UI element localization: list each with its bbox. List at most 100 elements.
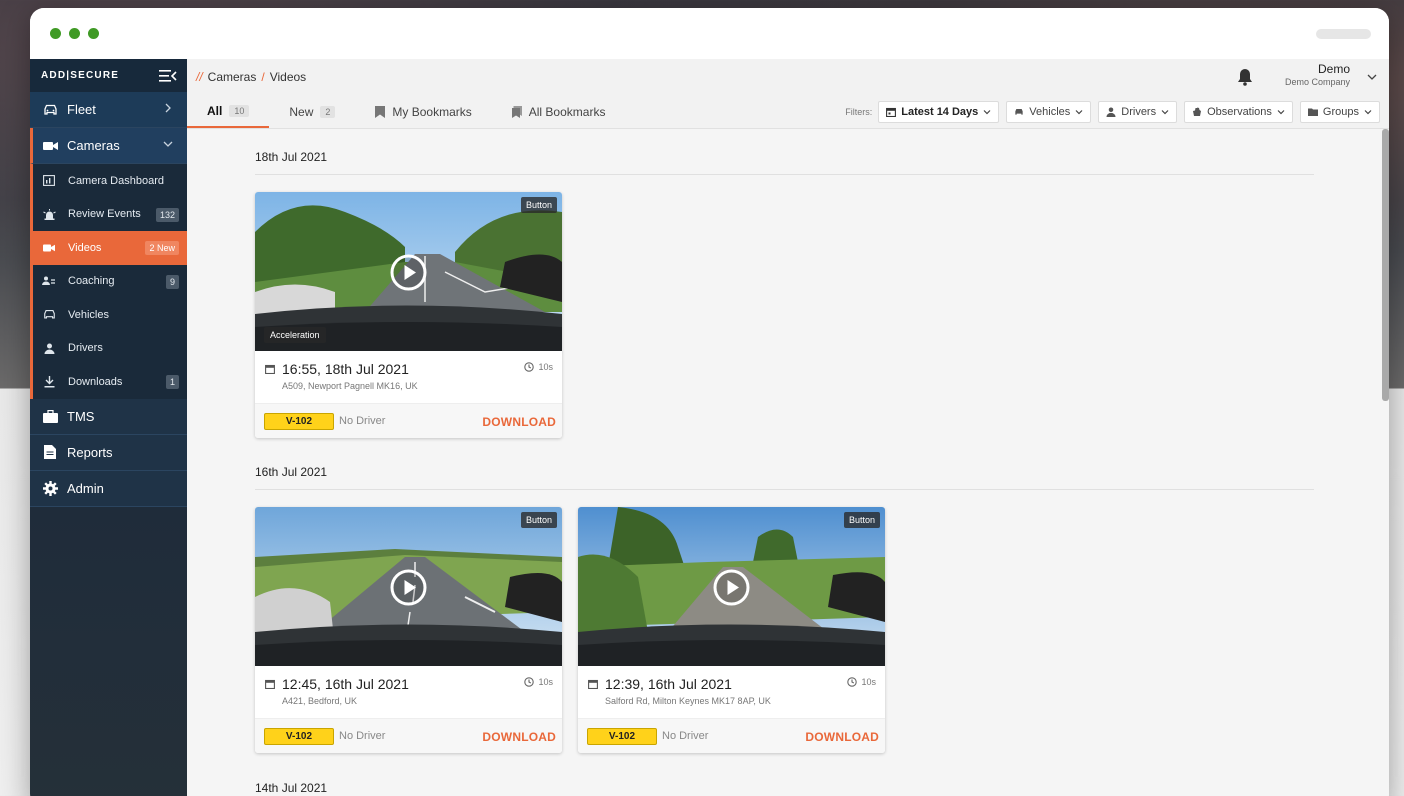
download-button[interactable]: DOWNLOAD	[482, 415, 556, 429]
sidebar-item-drivers[interactable]: Drivers	[33, 332, 187, 366]
section-date-heading: 14th Jul 2021	[255, 781, 1314, 796]
video-duration: 10s	[524, 362, 553, 372]
sidebar-item-camera-dashboard[interactable]: Camera Dashboard	[33, 164, 187, 198]
tab-label: All	[207, 103, 223, 118]
driver-name: No Driver	[662, 730, 709, 742]
scrollbar-thumb[interactable]	[1382, 129, 1389, 401]
video-card[interactable]: Button 12:45, 16th Jul 2021 A421, Bedfor…	[255, 507, 562, 753]
chevron-down-icon[interactable]	[1367, 72, 1377, 82]
download-icon	[42, 375, 56, 388]
vehicles-filter[interactable]: Vehicles	[1006, 101, 1092, 123]
tab-new[interactable]: New 2	[269, 95, 355, 128]
bell-icon[interactable]	[1237, 68, 1253, 86]
hand-icon	[1193, 107, 1202, 116]
drivers-filter[interactable]: Drivers	[1098, 101, 1178, 123]
chevron-down-icon	[163, 141, 173, 147]
tab-my-bookmarks[interactable]: My Bookmarks	[355, 95, 491, 128]
calendar-icon	[265, 364, 275, 374]
play-icon[interactable]	[390, 254, 427, 291]
sidebar-item-label: Fleet	[67, 102, 96, 117]
date-filter[interactable]: Latest 14 Days	[878, 101, 1000, 123]
trigger-tag: Button	[843, 512, 880, 528]
breadcrumb-prefix: //	[196, 70, 203, 84]
video-footer: V-102 No Driver DOWNLOAD	[578, 718, 885, 753]
sidebar-item-label: Reports	[67, 444, 113, 460]
video-thumbnail[interactable]: Button	[578, 507, 885, 666]
download-button[interactable]: DOWNLOAD	[805, 730, 879, 744]
sidebar-item-label: Drivers	[68, 342, 103, 355]
video-time-text: 16:55, 18th Jul 2021	[282, 361, 409, 377]
video-card[interactable]: Button 12:39, 16th Jul 2021 Salford Rd, …	[578, 507, 885, 753]
document-icon	[42, 445, 58, 459]
filter-label: Vehicles	[1029, 106, 1071, 118]
video-timestamp: 12:45, 16th Jul 2021	[265, 676, 552, 692]
vehicle-plate[interactable]: V-102	[264, 727, 334, 745]
sidebar-item-label: Vehicles	[68, 308, 109, 321]
car-icon	[42, 309, 56, 321]
chevron-right-icon	[165, 103, 171, 113]
sidebar-item-fleet[interactable]: Fleet	[30, 92, 187, 128]
sidebar-item-vehicles[interactable]: Vehicles	[33, 298, 187, 332]
tab-all[interactable]: All 10	[187, 95, 270, 128]
sidebar-item-videos[interactable]: Videos 2 New	[33, 231, 187, 265]
video-thumbnail[interactable]: Button	[255, 507, 562, 666]
filters-label: Filters:	[845, 107, 873, 117]
video-thumbnail[interactable]: Button Acceleration	[255, 192, 562, 351]
video-card[interactable]: Button Acceleration 16:55, 18th Jul 2021…	[255, 192, 562, 438]
play-icon[interactable]	[390, 569, 427, 606]
chevron-down-icon	[1075, 110, 1083, 115]
window-close-dot[interactable]	[50, 28, 61, 39]
sidebar-item-tms[interactable]: TMS	[30, 398, 187, 435]
person-icon	[42, 342, 56, 354]
main-panel: // Cameras / Videos Demo Demo Company All 1…	[187, 59, 1389, 796]
new-badge: 2 New	[145, 241, 179, 255]
tab-all-bookmarks[interactable]: All Bookmarks	[492, 95, 626, 128]
calendar-icon	[265, 679, 275, 689]
date-section: 16th Jul 2021	[255, 465, 1314, 490]
event-tag: Acceleration	[264, 327, 326, 343]
breadcrumb-cameras[interactable]: Cameras	[208, 70, 257, 84]
video-time-text: 12:45, 16th Jul 2021	[282, 676, 409, 692]
driver-name: No Driver	[339, 415, 386, 427]
clock-icon	[524, 362, 535, 372]
vehicle-plate[interactable]: V-102	[587, 727, 657, 745]
car-icon	[42, 103, 58, 117]
observations-filter[interactable]: Observations	[1184, 101, 1293, 123]
download-button[interactable]: DOWNLOAD	[482, 730, 556, 744]
video-duration: 10s	[524, 677, 553, 687]
sidebar-item-reports[interactable]: Reports	[30, 434, 187, 471]
play-icon[interactable]	[713, 569, 750, 606]
section-date-heading: 18th Jul 2021	[255, 150, 1314, 175]
vehicle-plate[interactable]: V-102	[264, 412, 334, 430]
window-maximize-dot[interactable]	[88, 28, 99, 39]
window-minimize-dot[interactable]	[69, 28, 80, 39]
breadcrumb-videos: Videos	[269, 70, 307, 84]
sidebar-item-cameras[interactable]: Cameras	[30, 128, 187, 164]
video-address: A421, Bedford, UK	[282, 696, 358, 706]
person-icon	[1106, 107, 1116, 117]
video-duration: 10s	[847, 677, 876, 687]
count-badge: 132	[155, 207, 179, 222]
sidebar-item-label: Coaching	[68, 275, 115, 288]
bookmark-icon	[375, 105, 386, 118]
sidebar-item-label: Videos	[68, 241, 102, 254]
menu-collapse-icon[interactable]	[159, 69, 177, 83]
video-camera-icon	[42, 242, 56, 254]
sidebar-item-label: TMS	[67, 408, 95, 424]
breadcrumb: // Cameras / Videos	[196, 70, 306, 84]
user-menu[interactable]: Demo Demo Company	[1285, 62, 1350, 87]
count-badge: 1	[165, 375, 179, 389]
sidebar-item-review-events[interactable]: Review Events 132	[33, 198, 187, 232]
chevron-down-icon	[1161, 110, 1169, 115]
bookmarks-icon	[511, 105, 522, 118]
duration-text: 10s	[538, 362, 553, 372]
tab-count: 10	[229, 104, 250, 117]
groups-filter[interactable]: Groups	[1299, 101, 1380, 123]
sidebar-item-downloads[interactable]: Downloads 1	[33, 365, 187, 399]
tab-label: My Bookmarks	[392, 104, 472, 119]
sidebar-item-label: Cameras	[67, 138, 120, 153]
dashboard-icon	[42, 175, 56, 187]
sidebar-item-admin[interactable]: Admin	[30, 470, 187, 507]
sidebar-item-coaching[interactable]: Coaching 9	[33, 265, 187, 299]
breadcrumb-separator: /	[261, 70, 265, 84]
